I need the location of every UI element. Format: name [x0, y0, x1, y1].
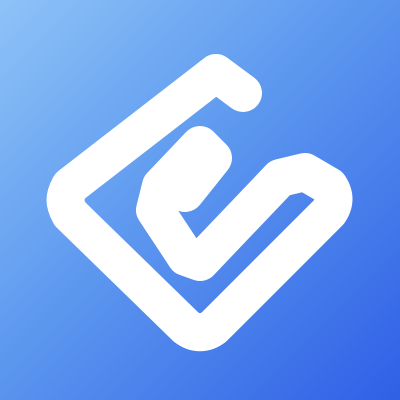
app-icon-canvas — [0, 0, 400, 400]
app-icon-svg — [0, 0, 400, 400]
